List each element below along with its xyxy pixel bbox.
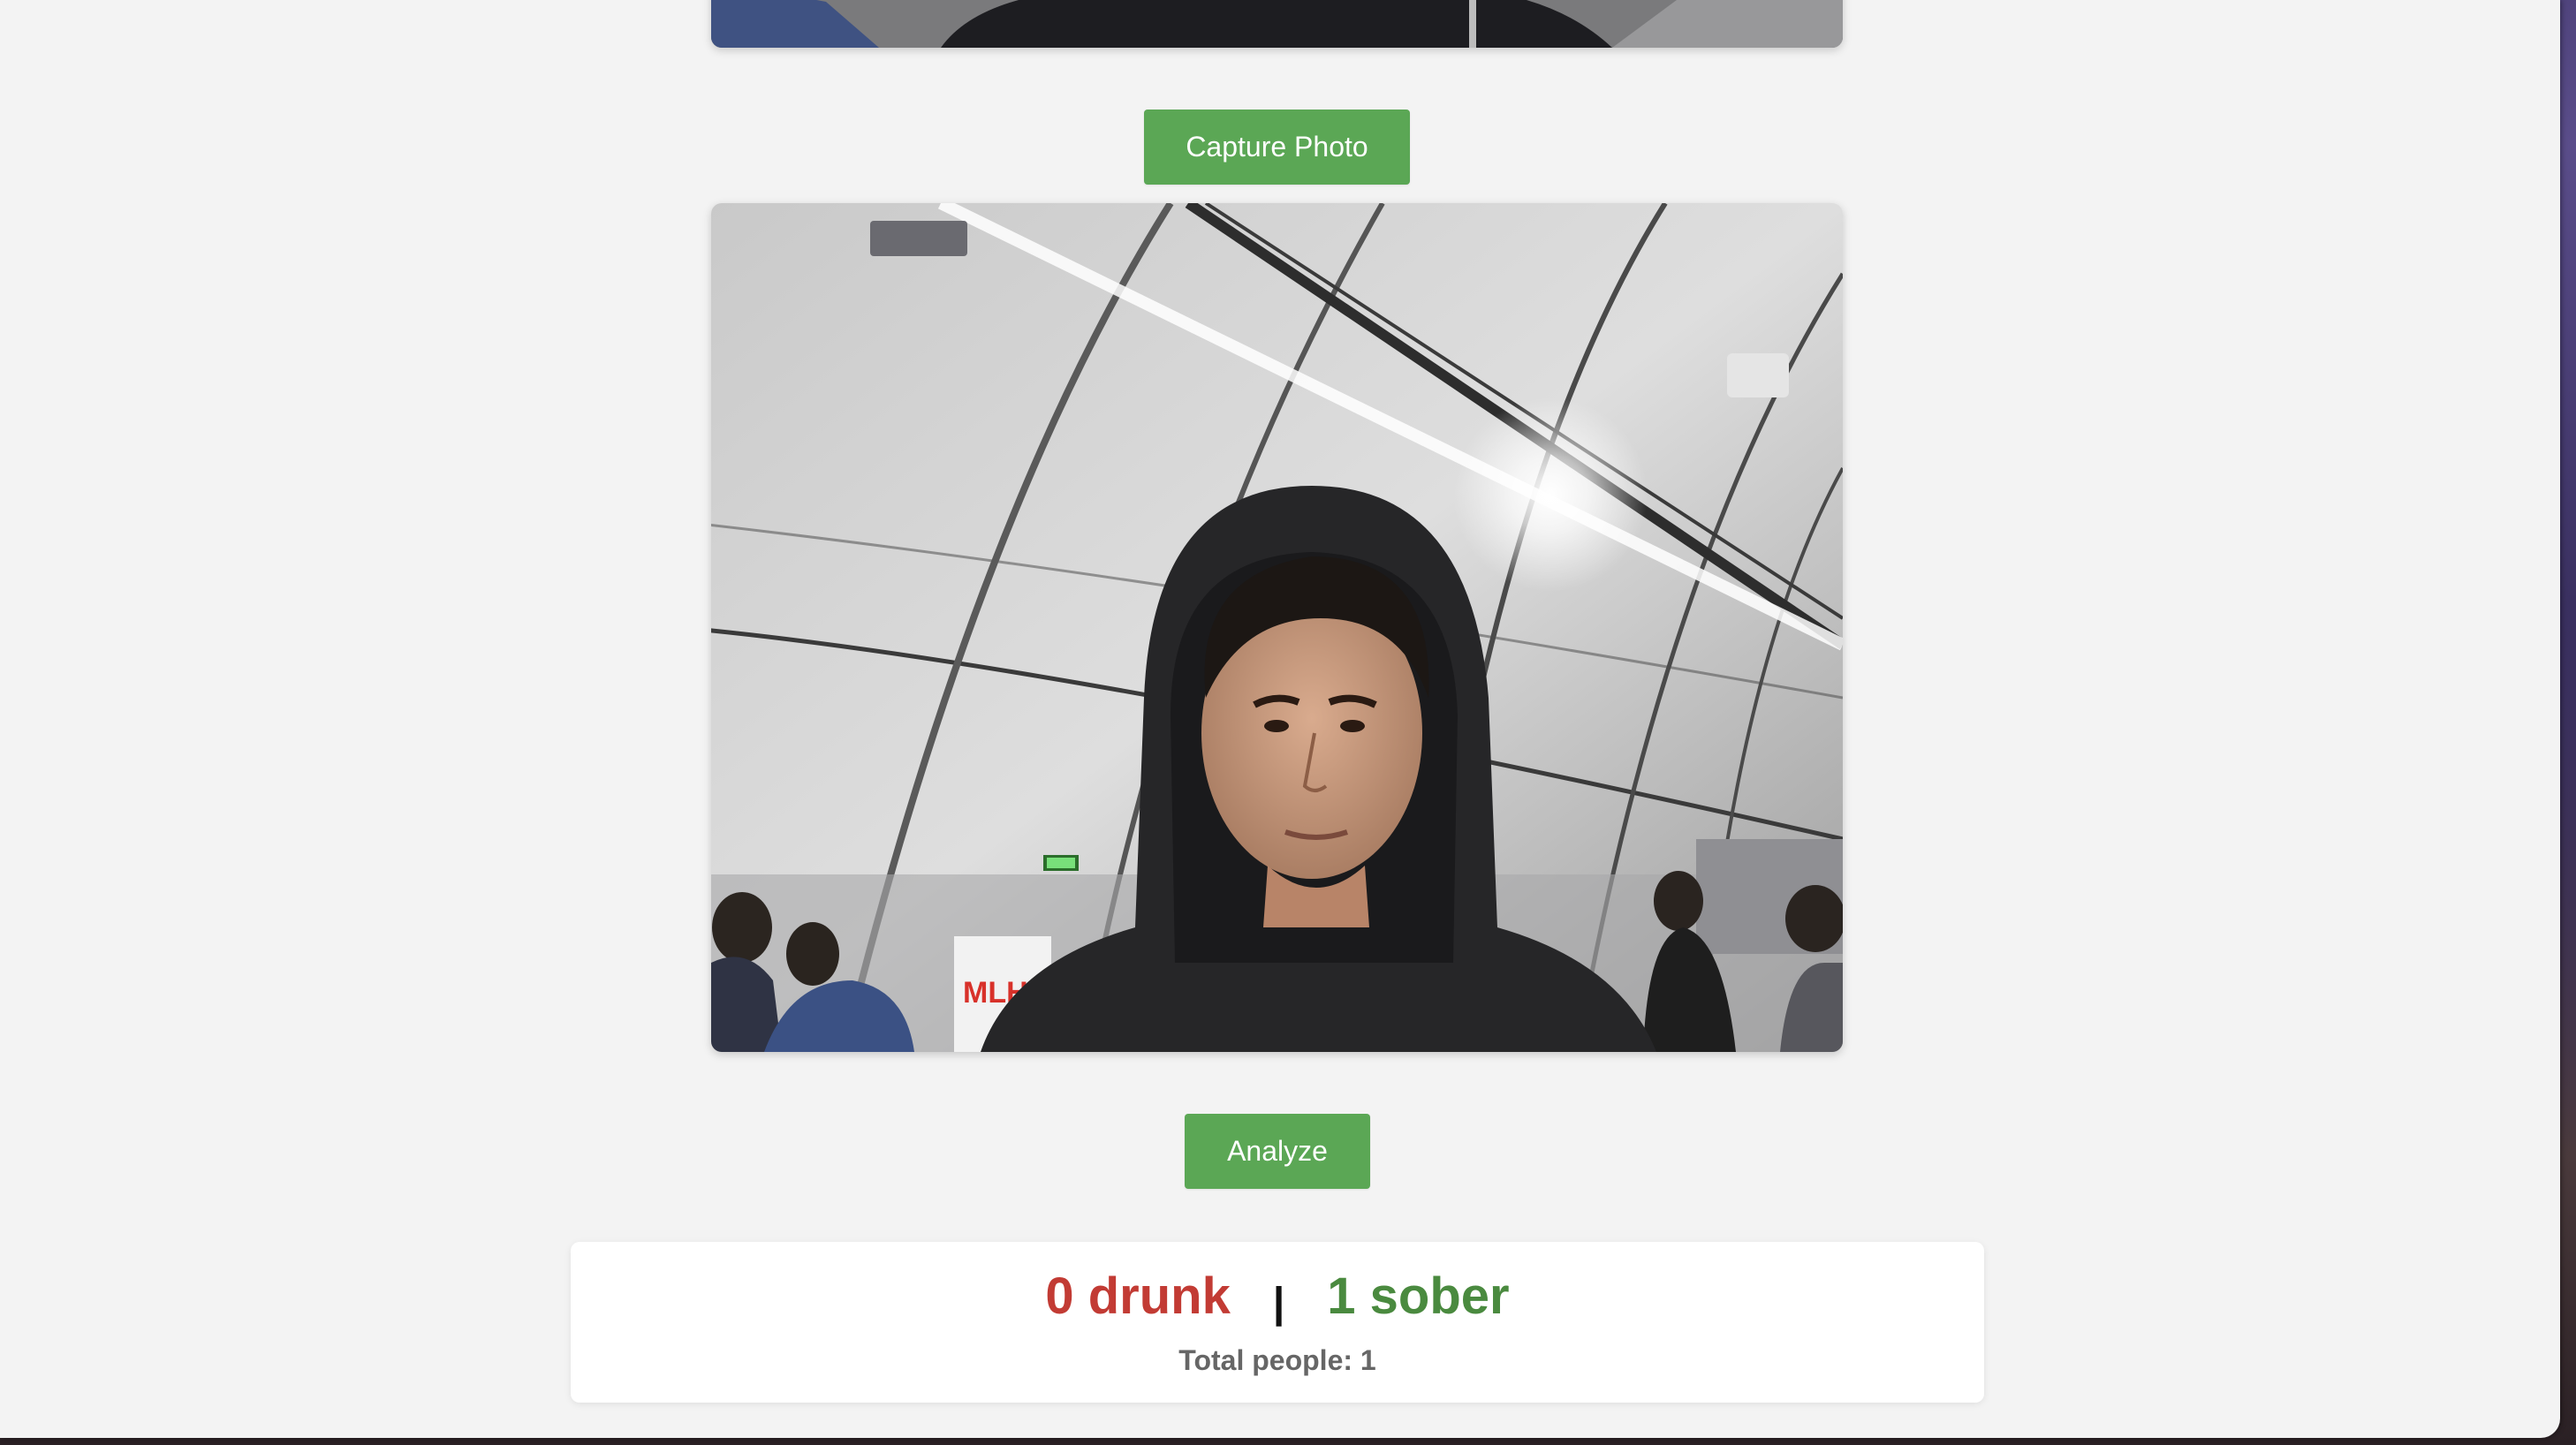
- analyze-button[interactable]: Analyze: [1185, 1114, 1370, 1189]
- capture-photo-button[interactable]: Capture Photo: [1144, 110, 1410, 185]
- sober-count: 1 sober: [1327, 1267, 1510, 1325]
- browser-window: Capture Photo MLH Analyze 0 drunk | 1 so…: [0, 0, 2560, 1438]
- count-summary: 0 drunk | 1 sober: [571, 1267, 1984, 1327]
- captured-photo: MLH: [711, 203, 1843, 1052]
- drunk-count: 0 drunk: [1045, 1267, 1231, 1325]
- total-people: Total people: 1: [1178, 1344, 1376, 1376]
- result-card: 0 drunk | 1 sober Total people: 1: [571, 1242, 1984, 1403]
- webcam-preview: [711, 0, 1843, 48]
- count-separator: |: [1272, 1280, 1285, 1327]
